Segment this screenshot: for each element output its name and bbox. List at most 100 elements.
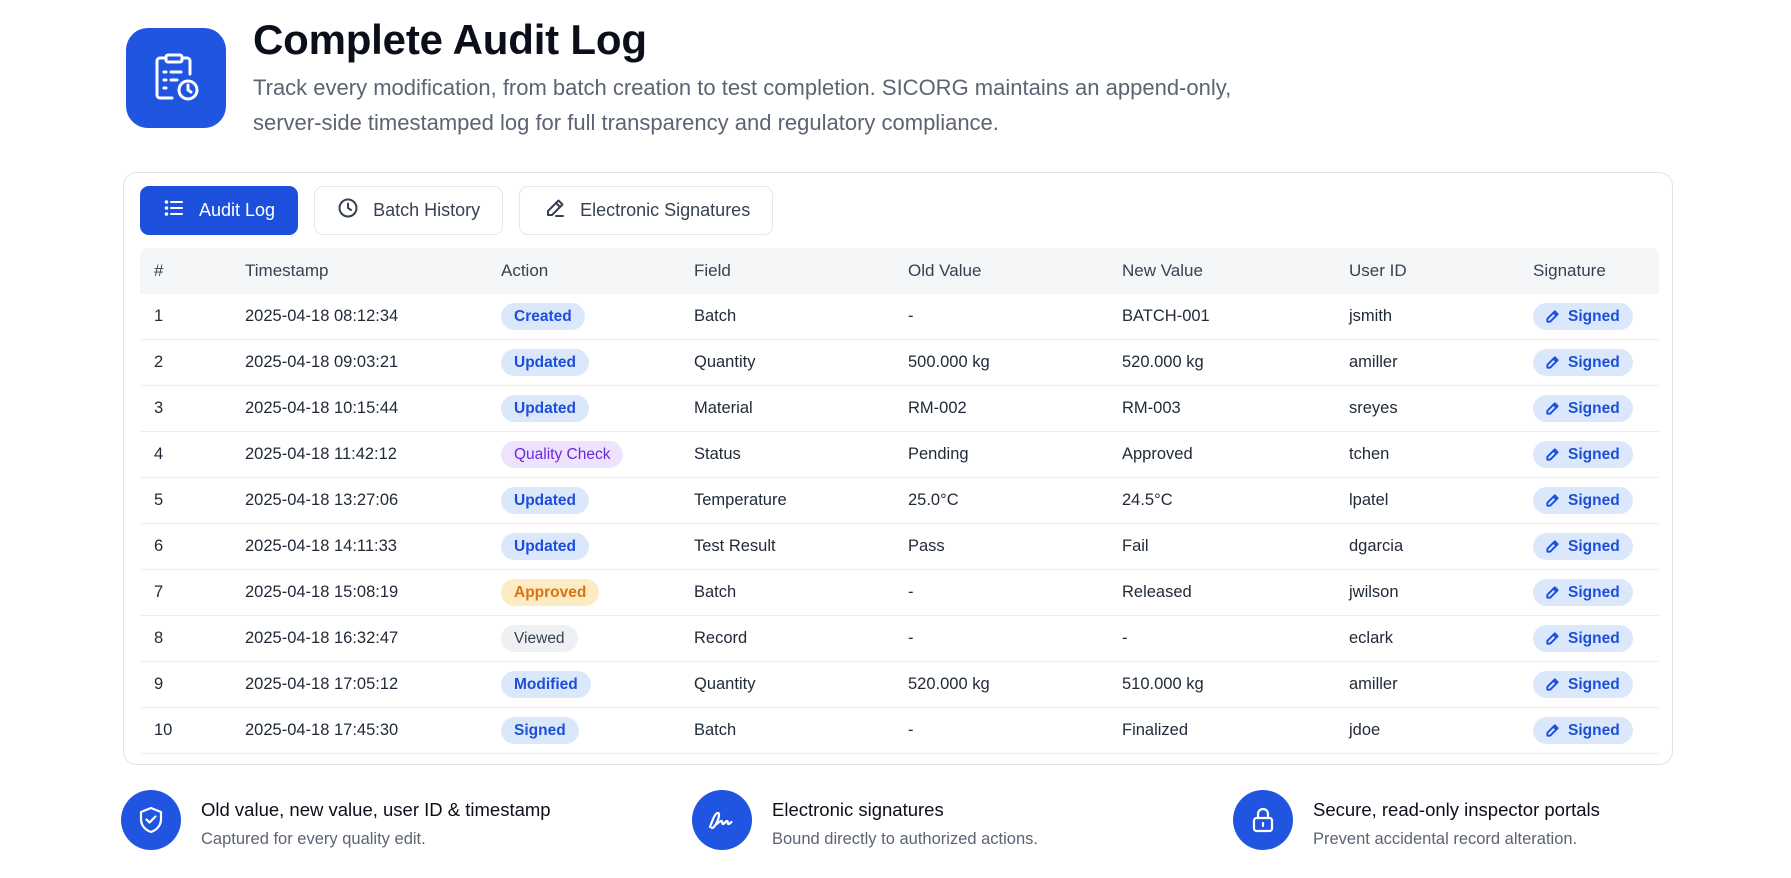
old-value-cell: - (908, 583, 914, 601)
column-header: Signature (1533, 261, 1606, 280)
action-cell: Updated (487, 349, 680, 376)
pen-icon (1546, 678, 1559, 691)
signed-badge[interactable]: Signed (1533, 395, 1633, 422)
tab-label: Electronic Signatures (580, 200, 751, 220)
timestamp-cell: 2025-04-18 15:08:19 (245, 583, 399, 601)
table-row: 1 2025-04-18 08:12:34 Created Batch - BATCH-0… (140, 294, 1659, 340)
signed-badge[interactable]: Signed (1533, 533, 1633, 560)
action-badge: Updated (501, 395, 589, 422)
action-badge: Updated (501, 487, 589, 514)
pen-icon (1546, 724, 1559, 737)
field-cell: Batch (694, 307, 737, 325)
tab-audit-log[interactable]: Audit Log (140, 186, 299, 235)
new-value-cell: RM-003 (1122, 399, 1181, 417)
signed-label: Signed (1568, 675, 1620, 693)
timestamp-cell: 2025-04-18 08:12:34 (245, 307, 399, 325)
row-number: 8 (154, 629, 164, 647)
signature-cell: Signed (1519, 533, 1659, 560)
tab-electronic-signatures[interactable]: Electronic Signatures (519, 186, 774, 235)
field-cell: Record (694, 629, 748, 647)
feature-title: Old value, new value, user ID & timestam… (201, 799, 551, 820)
signed-label: Signed (1568, 445, 1620, 463)
signed-badge[interactable]: Signed (1533, 487, 1633, 514)
signed-badge[interactable]: Signed (1533, 579, 1633, 606)
field-cell: Temperature (694, 491, 787, 509)
field-cell: Quantity (694, 353, 756, 371)
table-row: 8 2025-04-18 16:32:47 Viewed Record - - eclark… (140, 616, 1659, 662)
pen-icon (1546, 494, 1559, 507)
action-badge: Created (501, 303, 585, 330)
signature-cell: Signed (1519, 671, 1659, 698)
audit-card: Audit Log Batch History Electronic Signa… (123, 172, 1673, 765)
field-cell: Material (694, 399, 753, 417)
feature-audit-fields: Old value, new value, user ID & timestam… (121, 790, 551, 850)
table-row: 2 2025-04-18 09:03:21 Updated Quantity 500.0… (140, 340, 1659, 386)
column-header: User ID (1349, 261, 1407, 280)
field-cell: Test Result (694, 537, 776, 555)
signature-cell: Signed (1519, 349, 1659, 376)
action-badge: Quality Check (501, 441, 624, 468)
user-id-cell: eclark (1349, 629, 1394, 647)
column-header: Old Value (908, 261, 982, 280)
signed-badge[interactable]: Signed (1533, 303, 1633, 330)
signature-cell: Signed (1519, 625, 1659, 652)
action-badge: Approved (501, 579, 600, 606)
signature-cell: Signed (1519, 395, 1659, 422)
signed-badge[interactable]: Signed (1533, 441, 1633, 468)
feature-subtitle: Captured for every quality edit. (201, 830, 426, 848)
feature-electronic-signatures: Electronic signatures Bound directly to … (692, 790, 1038, 850)
signed-badge[interactable]: Signed (1533, 717, 1633, 744)
signed-label: Signed (1568, 353, 1620, 371)
signature-cell: Signed (1519, 579, 1659, 606)
old-value-cell: - (908, 629, 914, 647)
page-title: Complete Audit Log (253, 16, 647, 63)
feature-title: Electronic signatures (772, 799, 944, 820)
action-cell: Quality Check (487, 441, 680, 468)
timestamp-cell: 2025-04-18 11:42:12 (245, 445, 397, 463)
pen-icon (1546, 402, 1559, 415)
row-number: 10 (154, 721, 173, 739)
field-cell: Batch (694, 721, 737, 739)
pen-icon (1546, 356, 1559, 369)
action-badge: Signed (501, 717, 579, 744)
pen-icon (1546, 310, 1559, 323)
action-badge: Modified (501, 671, 591, 698)
clipboard-clock-icon (126, 28, 226, 128)
signature-icon (692, 790, 752, 850)
row-number: 5 (154, 491, 164, 509)
pen-icon (544, 197, 566, 224)
row-number: 9 (154, 675, 164, 693)
row-number: 4 (154, 445, 164, 463)
table-row: 9 2025-04-18 17:05:12 Modified Quantity 520.… (140, 662, 1659, 708)
feature-subtitle: Prevent accidental record alteration. (1313, 830, 1578, 848)
shield-check-icon (121, 790, 181, 850)
user-id-cell: jwilson (1349, 583, 1399, 601)
tab-label: Batch History (373, 200, 481, 220)
table-body: 1 2025-04-18 08:12:34 Created Batch - BATCH-0… (140, 294, 1659, 754)
table-row: 3 2025-04-18 10:15:44 Updated Material RM-00… (140, 386, 1659, 432)
page-description: Track every modification, from batch cre… (253, 75, 1232, 135)
audit-table: # Timestamp Action Field Old Value New V… (140, 248, 1659, 754)
user-id-cell: lpatel (1349, 491, 1389, 509)
user-id-cell: tchen (1349, 445, 1390, 463)
signed-badge[interactable]: Signed (1533, 625, 1633, 652)
user-id-cell: amiller (1349, 675, 1398, 693)
timestamp-cell: 2025-04-18 17:45:30 (245, 721, 399, 739)
new-value-cell: Released (1122, 583, 1192, 601)
timestamp-cell: 2025-04-18 16:32:47 (245, 629, 399, 647)
signed-label: Signed (1568, 491, 1620, 509)
signed-label: Signed (1568, 721, 1620, 739)
action-cell: Updated (487, 487, 680, 514)
tab-batch-history[interactable]: Batch History (314, 186, 504, 235)
signed-badge[interactable]: Signed (1533, 349, 1633, 376)
column-header: New Value (1122, 261, 1203, 280)
old-value-cell: 25.0°C (908, 491, 959, 509)
new-value-cell: 24.5°C (1122, 491, 1173, 509)
clock-icon (337, 197, 359, 224)
field-cell: Batch (694, 583, 737, 601)
action-cell: Modified (487, 671, 680, 698)
feature-subtitle: Bound directly to authorized actions. (772, 830, 1038, 848)
signed-badge[interactable]: Signed (1533, 671, 1633, 698)
timestamp-cell: 2025-04-18 10:15:44 (245, 399, 399, 417)
tab-label: Audit Log (199, 200, 276, 220)
